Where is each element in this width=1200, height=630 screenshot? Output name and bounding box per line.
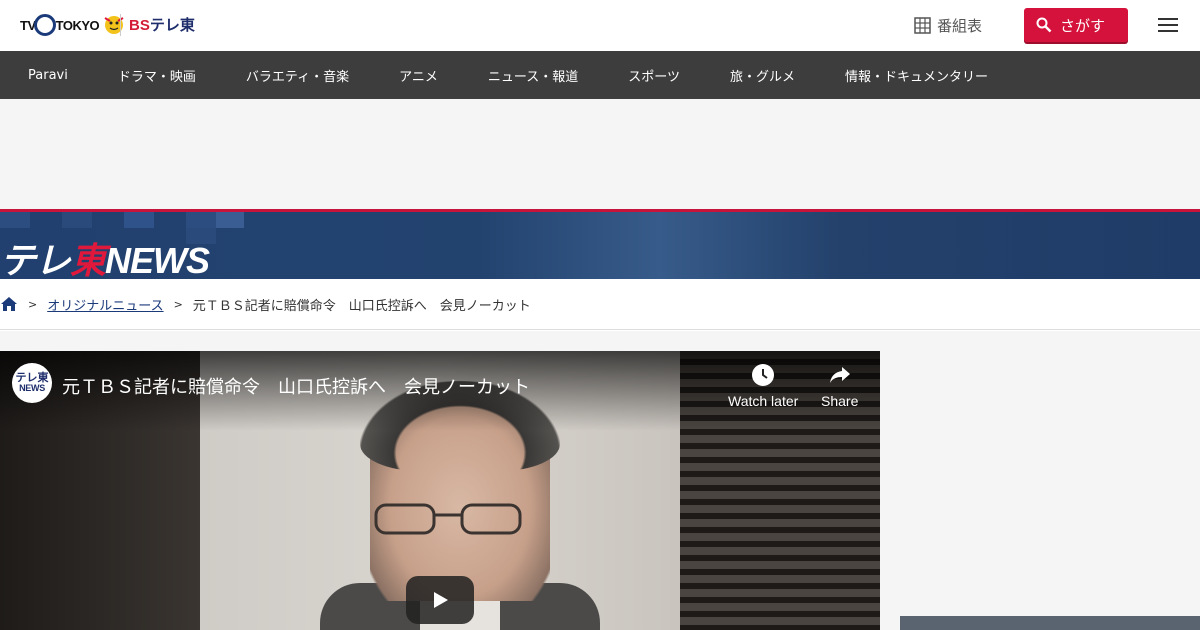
bs-teletou-logo[interactable]: BSテレ東: [129, 14, 195, 35]
logo-tokyo-text: TOKYO: [55, 17, 100, 33]
breadcrumb-current: 元ＴＢＳ記者に賠償命令 山口氏控訴へ 会見ノーカット: [192, 298, 531, 314]
nav-item-sports[interactable]: スポーツ: [628, 66, 680, 85]
video-title[interactable]: 元ＴＢＳ記者に賠償命令 山口氏控訴へ 会見ノーカット: [62, 373, 530, 399]
banner-logo-part1: テレ: [0, 240, 71, 279]
play-button[interactable]: [406, 576, 474, 624]
share-icon: [829, 367, 850, 383]
grid-icon: [914, 17, 931, 34]
breadcrumb-separator: >: [173, 297, 183, 311]
home-icon[interactable]: [0, 295, 18, 313]
logo-circle-icon: [33, 14, 56, 36]
nav-item-travel[interactable]: 旅・グルメ: [730, 66, 795, 85]
tv-tokyo-logo[interactable]: TV TOKYO: [20, 10, 127, 40]
nav-item-news[interactable]: ニュース・報道: [488, 66, 578, 85]
nav-item-drama[interactable]: ドラマ・映画: [118, 66, 196, 85]
program-guide-label: 番組表: [937, 17, 983, 35]
logo-bs-prefix: BS: [129, 17, 150, 34]
main-nav: Paravi ドラマ・映画 バラエティ・音楽 アニメ ニュース・報道 スポーツ …: [0, 51, 1200, 99]
tele-tou-news-logo[interactable]: テレ東NEWS: [0, 232, 210, 279]
ad-space: [0, 99, 1200, 209]
youtube-video-player[interactable]: テレ東 NEWS 元ＴＢＳ記者に賠償命令 山口氏控訴へ 会見ノーカット Watc…: [0, 351, 880, 630]
watch-later-button[interactable]: Watch later: [728, 363, 798, 409]
search-icon: [1036, 17, 1052, 33]
share-label: Share: [821, 393, 859, 409]
search-label: さがす: [1060, 16, 1106, 35]
nav-item-variety[interactable]: バラエティ・音楽: [246, 66, 349, 85]
glasses-shape: [374, 503, 522, 535]
banner-logo-part2: 東: [70, 240, 106, 279]
news-banner: テレ東NEWS: [0, 209, 1200, 279]
breadcrumb-separator: >: [28, 297, 38, 311]
sidebar-thumbnail[interactable]: [900, 616, 1200, 630]
nav-item-anime[interactable]: アニメ: [399, 66, 438, 85]
banner-logo-part3: NEWS: [105, 240, 210, 279]
play-icon: [434, 592, 448, 608]
share-button[interactable]: Share: [821, 363, 858, 409]
nanana-mascot-icon: [104, 16, 124, 34]
breadcrumb-category-link[interactable]: オリジナルニュース: [47, 295, 163, 314]
channel-avatar[interactable]: テレ東 NEWS: [12, 363, 52, 403]
logo-bs-suffix: テレ東: [149, 17, 195, 34]
nav-item-documentary[interactable]: 情報・ドキュメンタリー: [845, 66, 988, 85]
clock-icon: [752, 364, 775, 386]
search-button[interactable]: さがす: [1024, 8, 1128, 42]
breadcrumb: > オリジナルニュース > 元ＴＢＳ記者に賠償命令 山口氏控訴へ 会見ノーカット: [0, 279, 1200, 330]
hamburger-menu-icon[interactable]: [1158, 14, 1180, 36]
nav-item-paravi[interactable]: Paravi: [28, 68, 68, 83]
watch-later-label: Watch later: [728, 393, 799, 409]
logo-divider: [120, 14, 121, 36]
channel-avatar-bottom: NEWS: [19, 383, 45, 393]
site-header: TV TOKYO BSテレ東 番組表 さがす: [0, 0, 1200, 51]
program-guide-link[interactable]: 番組表: [914, 15, 982, 36]
